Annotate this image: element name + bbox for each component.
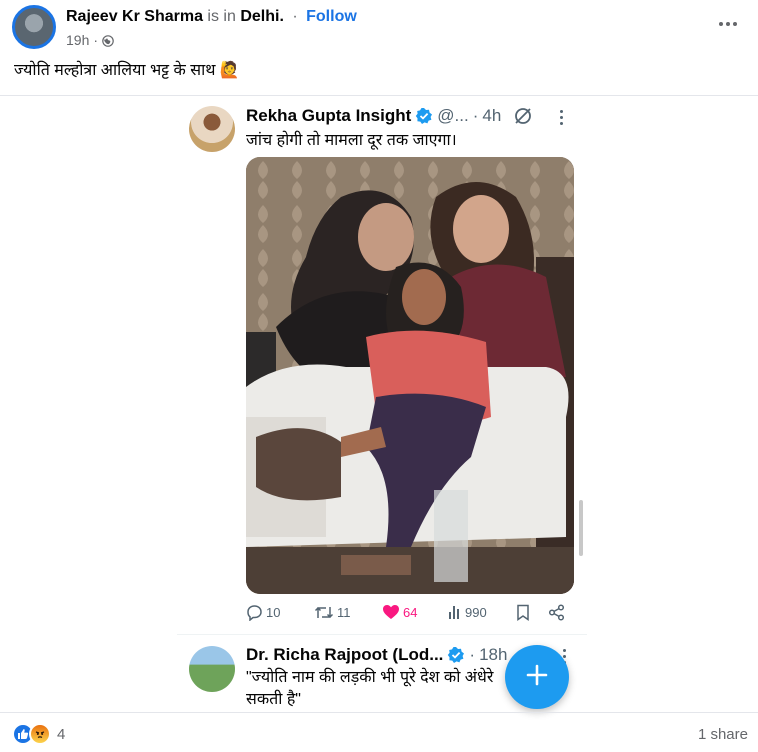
verified-icon bbox=[447, 646, 465, 664]
retweet-count: 11 bbox=[337, 605, 351, 620]
retweet-icon bbox=[314, 604, 334, 621]
reactions-summary[interactable]: 4 bbox=[12, 723, 65, 745]
views-action[interactable]: 990 bbox=[448, 604, 487, 620]
tweet-header: Rekha Gupta Insight @... · 4h bbox=[246, 105, 533, 127]
grok-icon[interactable] bbox=[513, 106, 533, 126]
author-line: Rajeev Kr Sharma is in Delhi. · Follow bbox=[66, 7, 357, 27]
tweet-text: जांच होगी तो मामला दूर तक जाएगा। bbox=[246, 132, 457, 149]
bookmark-icon bbox=[516, 604, 530, 621]
reply-author-avatar[interactable] bbox=[189, 646, 235, 692]
reply-time-separator: · bbox=[469, 645, 476, 664]
reply-text: "ज्योति नाम की लड़की भी पूरे देश को अंधे… bbox=[246, 669, 494, 708]
author-meta: Rajeev Kr Sharma is in Delhi. · Follow 1… bbox=[66, 7, 357, 48]
scrollbar[interactable] bbox=[579, 500, 583, 556]
tweet-actions: 10 11 64 990 bbox=[246, 604, 576, 624]
reply-header: Dr. Richa Rajpoot (Lod... · 18h bbox=[246, 644, 507, 666]
reply-icon bbox=[246, 604, 263, 621]
shares-count[interactable]: 1 share bbox=[698, 726, 748, 743]
tweet-handle[interactable]: @... bbox=[437, 105, 468, 127]
retweet-action[interactable]: 11 bbox=[314, 604, 351, 621]
reply-time[interactable]: 18h bbox=[479, 644, 507, 666]
facebook-post: Rajeev Kr Sharma is in Delhi. · Follow 1… bbox=[0, 0, 758, 752]
views-count: 990 bbox=[465, 604, 487, 620]
share-action[interactable] bbox=[548, 604, 565, 621]
reply-author-name[interactable]: Dr. Richa Rajpoot (Lod... bbox=[246, 644, 443, 666]
post-text: ज्योति मल्होत्रा आलिया भट्ट के साथ 🙋 bbox=[14, 60, 240, 82]
reply-action[interactable]: 10 bbox=[246, 604, 280, 621]
tweet-author-name[interactable]: Rekha Gupta Insight bbox=[246, 105, 411, 127]
more-horizontal-icon[interactable] bbox=[716, 14, 740, 34]
like-count: 64 bbox=[403, 604, 418, 620]
author-name[interactable]: Rajeev Kr Sharma bbox=[66, 8, 203, 25]
post-text-body: ज्योति मल्होत्रा आलिया भट्ट के साथ bbox=[14, 62, 216, 79]
location-link[interactable]: Delhi. bbox=[240, 8, 284, 25]
reply-count: 10 bbox=[266, 605, 281, 620]
is-in-text: is in bbox=[207, 8, 236, 25]
compose-button[interactable] bbox=[505, 645, 569, 709]
share-icon bbox=[548, 604, 565, 621]
post-time[interactable]: 19h bbox=[66, 32, 89, 48]
follow-button[interactable]: Follow bbox=[306, 8, 357, 25]
globe-icon bbox=[102, 34, 114, 47]
views-icon bbox=[448, 604, 462, 620]
tweet-time-separator: · bbox=[472, 106, 479, 125]
post-time-line: 19h · bbox=[66, 32, 357, 48]
tweet-time[interactable]: 4h bbox=[482, 105, 501, 127]
tweet-photo[interactable] bbox=[246, 157, 574, 594]
divider bbox=[0, 712, 758, 713]
tweet-author-avatar[interactable] bbox=[189, 106, 235, 152]
time-separator: · bbox=[93, 32, 99, 48]
reaction-count[interactable]: 4 bbox=[57, 726, 65, 743]
angry-reaction-icon bbox=[29, 723, 51, 745]
verified-icon bbox=[415, 107, 433, 125]
heart-icon bbox=[382, 604, 400, 620]
plus-icon bbox=[525, 663, 549, 692]
author-avatar[interactable] bbox=[12, 5, 56, 49]
post-header: Rajeev Kr Sharma is in Delhi. · Follow 1… bbox=[12, 5, 357, 49]
tweet-more-icon[interactable] bbox=[560, 110, 563, 125]
tweet-divider bbox=[177, 634, 587, 635]
separator: · bbox=[292, 8, 298, 25]
bookmark-action[interactable] bbox=[516, 604, 530, 621]
embedded-tweet: Rekha Gupta Insight @... · 4h जांच होगी … bbox=[177, 96, 589, 636]
like-action[interactable]: 64 bbox=[382, 604, 417, 620]
raising-hand-emoji: 🙋 bbox=[219, 62, 240, 79]
